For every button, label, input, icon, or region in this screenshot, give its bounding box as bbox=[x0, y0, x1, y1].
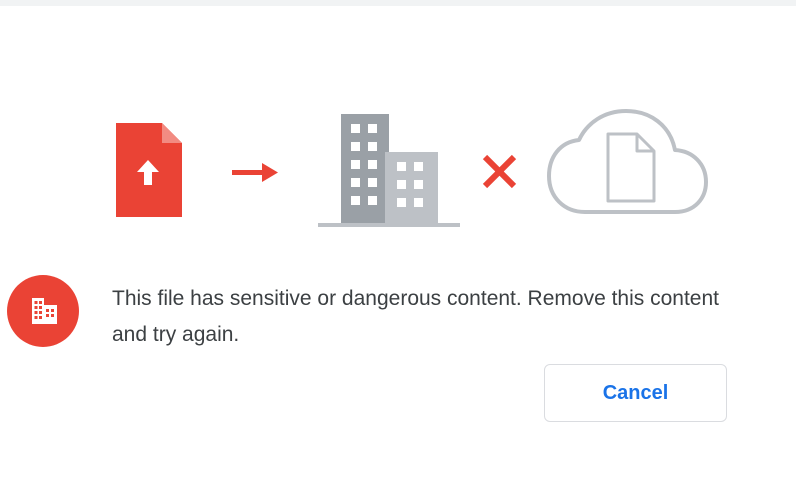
illustration-svg bbox=[116, 109, 708, 227]
organization-building-icon bbox=[32, 298, 57, 324]
alert-badge bbox=[7, 275, 79, 347]
blocked-x-icon bbox=[482, 154, 517, 189]
error-message: This file has sensitive or dangerous con… bbox=[112, 287, 719, 346]
organization-building-icon bbox=[318, 114, 460, 227]
file-upload-icon bbox=[116, 123, 182, 217]
arrow-right-icon bbox=[232, 163, 278, 182]
cancel-button[interactable]: Cancel bbox=[544, 364, 727, 422]
upload-blocked-illustration bbox=[0, 0, 796, 250]
cloud-file-icon bbox=[547, 109, 708, 214]
